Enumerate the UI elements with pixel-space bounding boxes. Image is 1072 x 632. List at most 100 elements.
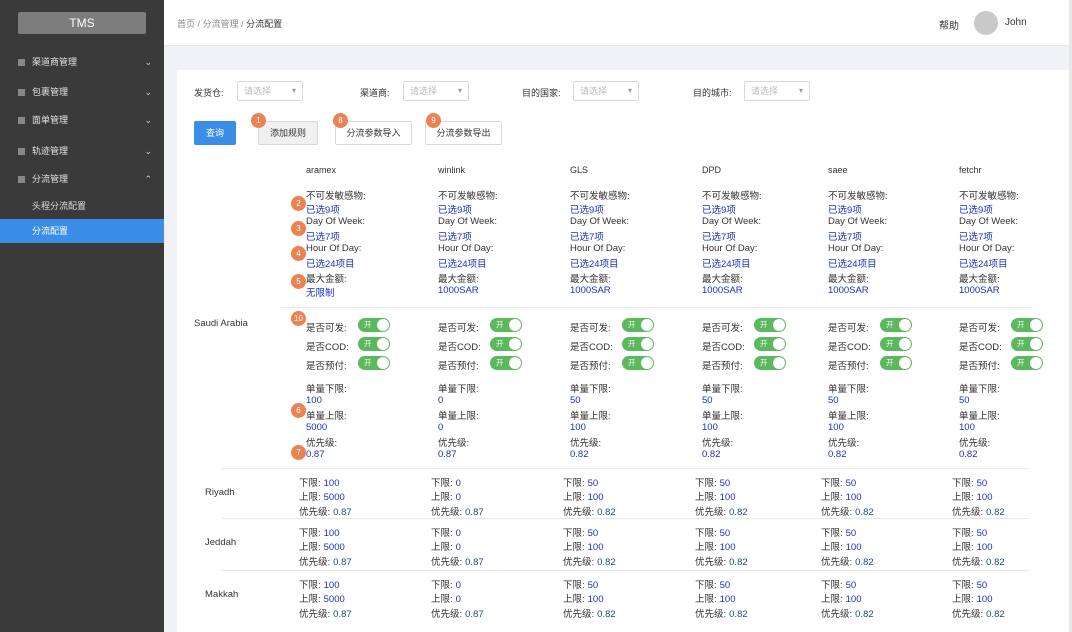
sensitive-label: 不可发敏感物: (702, 191, 762, 202)
toggle-text: 开 (886, 320, 894, 329)
max-qty-value: 100 (570, 422, 586, 433)
cod-toggle[interactable]: 开 (754, 337, 786, 351)
menu-label: 包裹管理 (32, 87, 69, 97)
lower-label: 下限: (821, 528, 843, 539)
menu-shunt[interactable]: 分流管理 ⌃ (0, 167, 164, 191)
sensitive-label: 不可发敏感物: (306, 191, 366, 202)
sensitive-value[interactable]: 已选9项 (438, 202, 472, 216)
breadcrumb: 首页 / 分流管理 / 分流配置 (177, 19, 283, 29)
toggle-text: 开 (1017, 320, 1025, 329)
sensitive-value[interactable]: 已选9项 (828, 202, 862, 216)
prepay-toggle[interactable]: 开 (358, 356, 390, 370)
upper-limit: 上限: 100 (695, 489, 736, 503)
can-ship-label: 是否可发: (702, 323, 743, 334)
prepay-toggle[interactable]: 开 (880, 356, 912, 370)
help-link[interactable]: 帮助 (939, 17, 959, 32)
max-amount-value[interactable]: 1000SAR (702, 285, 743, 296)
min-qty-value: 50 (828, 395, 839, 406)
menu-package[interactable]: 包裹管理 ⌄ (0, 80, 164, 104)
upper-limit: 上限: 100 (563, 539, 604, 553)
lower-limit: 下限: 50 (563, 577, 598, 591)
warehouse-select[interactable]: 请选择 ▾ (237, 81, 303, 101)
submenu-first-leg[interactable]: 头程分流配置 (0, 194, 164, 218)
breadcrumb-shunt[interactable]: 分流管理 (203, 19, 239, 29)
cod-toggle[interactable]: 开 (880, 337, 912, 351)
lower-limit: 下限: 100 (299, 475, 340, 489)
prepay-toggle[interactable]: 开 (1011, 356, 1043, 370)
lower-value: 50 (845, 528, 857, 539)
toggle-text: 开 (628, 320, 636, 329)
prepay-toggle[interactable]: 开 (622, 356, 654, 370)
sensitive-label: 不可发敏感物: (828, 191, 888, 202)
max-amount-value[interactable]: 1000SAR (438, 285, 479, 296)
lower-value: 50 (587, 580, 599, 591)
menu-track[interactable]: 轨迹管理 ⌄ (0, 139, 164, 163)
cod-toggle[interactable]: 开 (622, 337, 654, 351)
upper-value: 0 (455, 594, 461, 605)
toggle-knob (641, 338, 653, 350)
submenu-shunt-config[interactable]: 分流配置 (0, 219, 164, 243)
can-ship-toggle[interactable]: 开 (622, 318, 654, 332)
max-amount-value[interactable]: 1000SAR (959, 285, 1000, 296)
sensitive-value[interactable]: 已选9项 (702, 202, 736, 216)
avatar[interactable] (974, 11, 998, 35)
lower-label: 下限: (952, 528, 974, 539)
cod-toggle[interactable]: 开 (490, 337, 522, 351)
dow-value[interactable]: 已选7项 (306, 229, 340, 243)
user-name[interactable]: John (1005, 17, 1027, 28)
sensitive-value[interactable]: 已选9项 (570, 202, 604, 216)
can-ship-toggle[interactable]: 开 (490, 318, 522, 332)
lower-label: 下限: (695, 528, 717, 539)
hod-value[interactable]: 已选24项目 (828, 256, 877, 270)
chevron-down-icon: ▾ (798, 86, 803, 95)
hod-value[interactable]: 已选24项目 (959, 256, 1008, 270)
add-rule-button[interactable]: 添加规则 (258, 121, 318, 145)
max-qty-value: 100 (828, 422, 844, 433)
can-ship-toggle[interactable]: 开 (1011, 318, 1043, 332)
city-priority: 优先级: 0.82 (821, 554, 874, 568)
dow-label: Day Of Week: (959, 216, 1018, 227)
hod-value[interactable]: 已选24项目 (570, 256, 619, 270)
priority-label: 优先级: (563, 557, 595, 568)
breadcrumb-home[interactable]: 首页 (177, 19, 195, 29)
sensitive-value[interactable]: 已选9项 (306, 202, 340, 216)
max-amount-value[interactable]: 1000SAR (828, 285, 869, 296)
badge-9: 9 (426, 113, 441, 128)
can-ship-toggle[interactable]: 开 (358, 318, 390, 332)
sensitive-value[interactable]: 已选9项 (959, 202, 993, 216)
city-select[interactable]: 请选择 ▾ (744, 81, 810, 101)
badge-10: 10 (291, 311, 306, 326)
max-qty-label: 单量上限: (306, 411, 347, 422)
hod-value[interactable]: 已选24项目 (306, 256, 355, 270)
lower-value: 100 (323, 580, 340, 591)
lower-value: 100 (323, 528, 340, 539)
menu-channel[interactable]: 渠道商管理 ⌄ (0, 50, 164, 74)
max-amount-value[interactable]: 1000SAR (570, 285, 611, 296)
hod-value[interactable]: 已选24项目 (702, 256, 751, 270)
prepay-toggle[interactable]: 开 (754, 356, 786, 370)
country-select[interactable]: 请选择 ▾ (573, 81, 639, 101)
dow-value[interactable]: 已选7项 (438, 229, 472, 243)
toggle-text: 开 (760, 358, 768, 367)
dow-value[interactable]: 已选7项 (828, 229, 862, 243)
menu-waybill[interactable]: 面单管理 ⌄ (0, 108, 164, 132)
priority-value: 0.82 (986, 609, 1005, 620)
can-ship-label: 是否可发: (570, 323, 611, 334)
channel-select[interactable]: 请选择 ▾ (403, 81, 469, 101)
toggle-text: 开 (1017, 339, 1025, 348)
priority-value: 0.82 (855, 609, 874, 620)
upper-value: 100 (845, 542, 862, 553)
hod-value[interactable]: 已选24项目 (438, 256, 487, 270)
dow-value[interactable]: 已选7项 (959, 229, 993, 243)
query-button[interactable]: 查询 (194, 121, 236, 145)
dow-value[interactable]: 已选7项 (570, 229, 604, 243)
badge-3: 3 (291, 221, 306, 236)
max-amount-value[interactable]: 无限制 (306, 285, 335, 299)
can-ship-toggle[interactable]: 开 (754, 318, 786, 332)
can-ship-toggle[interactable]: 开 (880, 318, 912, 332)
toggle-knob (377, 357, 389, 369)
dow-value[interactable]: 已选7项 (702, 229, 736, 243)
prepay-toggle[interactable]: 开 (490, 356, 522, 370)
cod-toggle[interactable]: 开 (358, 337, 390, 351)
cod-toggle[interactable]: 开 (1011, 337, 1043, 351)
